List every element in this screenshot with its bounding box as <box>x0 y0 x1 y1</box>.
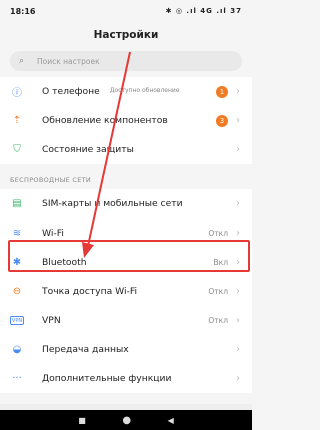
bluetooth-icon: ✱ <box>12 257 22 268</box>
chevron-right-icon: › <box>236 198 240 209</box>
update-badge: 3 <box>216 114 228 127</box>
settings-item-hotspot[interactable]: ⊖ Точка доступа Wi-Fi Откл › <box>0 277 252 306</box>
settings-item-label: Bluetooth <box>42 257 87 268</box>
update-available-text: Доступно обновление <box>109 87 180 95</box>
section-title-wireless: БЕСПРОВОДНЫЕ СЕТИ <box>10 176 92 184</box>
settings-item-label: Точка доступа Wi-Fi <box>42 286 138 297</box>
chevron-right-icon: › <box>236 257 240 268</box>
settings-item-value: Откл <box>208 228 228 238</box>
status-bar: 18:16 ✱ ◎ .ıl 4G .ıl 37 <box>0 0 252 22</box>
settings-item-value: Откл <box>208 287 228 296</box>
hotspot-icon: ⊖ <box>12 286 22 297</box>
chevron-right-icon: › <box>236 315 240 326</box>
chevron-right-icon: › <box>236 373 240 384</box>
settings-item-label: Дополнительные функции <box>42 373 172 384</box>
sim-card-icon: ▤ <box>12 198 22 209</box>
settings-item-label: Wi-Fi <box>42 227 64 239</box>
settings-item-label: SIM-карты и мобильные сети <box>42 198 183 209</box>
chevron-right-icon: › <box>236 86 240 97</box>
settings-item-vpn[interactable]: VPN VPN Откл › <box>0 306 252 335</box>
settings-item-label: Обновление компонентов <box>42 115 168 126</box>
chevron-right-icon: › <box>236 144 240 155</box>
status-icons: ✱ ◎ .ıl 4G .ıl 37 <box>165 7 242 15</box>
update-badge: 1 <box>216 85 228 98</box>
settings-item-about-phone[interactable]: ⓘ О телефоне Доступно обновление 1 › <box>0 77 252 106</box>
settings-item-wifi[interactable]: ≋ Wi-Fi Откл › <box>0 218 252 248</box>
shield-icon: ⛉ <box>13 144 21 155</box>
settings-item-label: О телефоне <box>42 86 100 97</box>
wireless-settings-group: ▤ SIM-карты и мобильные сети › ≋ Wi-Fi О… <box>0 189 252 393</box>
settings-item-data-usage[interactable]: ◒ Передача данных › <box>0 335 252 364</box>
settings-item-protection-status[interactable]: ⛉ Состояние защиты › <box>0 135 252 164</box>
search-placeholder: Поиск настроек <box>37 56 100 66</box>
page-title: Настройки <box>93 29 159 41</box>
more-dots-icon: ··· <box>12 373 22 384</box>
home-icon[interactable]: ● <box>122 415 131 426</box>
chevron-right-icon: › <box>236 344 240 355</box>
status-time: 18:16 <box>10 6 36 16</box>
chevron-right-icon: › <box>236 286 240 297</box>
settings-item-label: Передача данных <box>42 344 129 355</box>
settings-item-component-update[interactable]: ⇡ Обновление компонентов 3 › <box>0 106 252 135</box>
vpn-icon: VPN <box>10 316 24 325</box>
settings-item-bluetooth[interactable]: ✱ Bluetooth Вкл › <box>0 248 252 277</box>
settings-item-label: Состояние защиты <box>42 144 134 155</box>
info-icon: ⓘ <box>12 88 22 99</box>
back-icon[interactable]: ◀ <box>168 416 174 425</box>
chevron-right-icon: › <box>236 115 240 126</box>
chevron-right-icon: › <box>236 227 240 239</box>
search-icon: ⌕ <box>19 56 25 66</box>
settings-item-value: Откл <box>208 316 228 325</box>
settings-item-more[interactable]: ··· Дополнительные функции › <box>0 364 252 393</box>
settings-item-sim[interactable]: ▤ SIM-карты и мобильные сети › <box>0 189 252 218</box>
update-icon: ⇡ <box>12 115 22 126</box>
recent-apps-icon[interactable]: ■ <box>78 416 86 425</box>
navigation-bar: ■ ● ◀ <box>0 410 252 430</box>
data-usage-icon: ◒ <box>12 344 22 355</box>
wifi-icon: ≋ <box>12 227 22 239</box>
search-input[interactable]: ⌕ Поиск настроек <box>10 51 242 71</box>
top-settings-group: ⓘ О телефоне Доступно обновление 1 › ⇡ О… <box>0 77 252 164</box>
settings-item-value: Вкл <box>213 258 228 267</box>
settings-item-label: VPN <box>42 315 61 326</box>
